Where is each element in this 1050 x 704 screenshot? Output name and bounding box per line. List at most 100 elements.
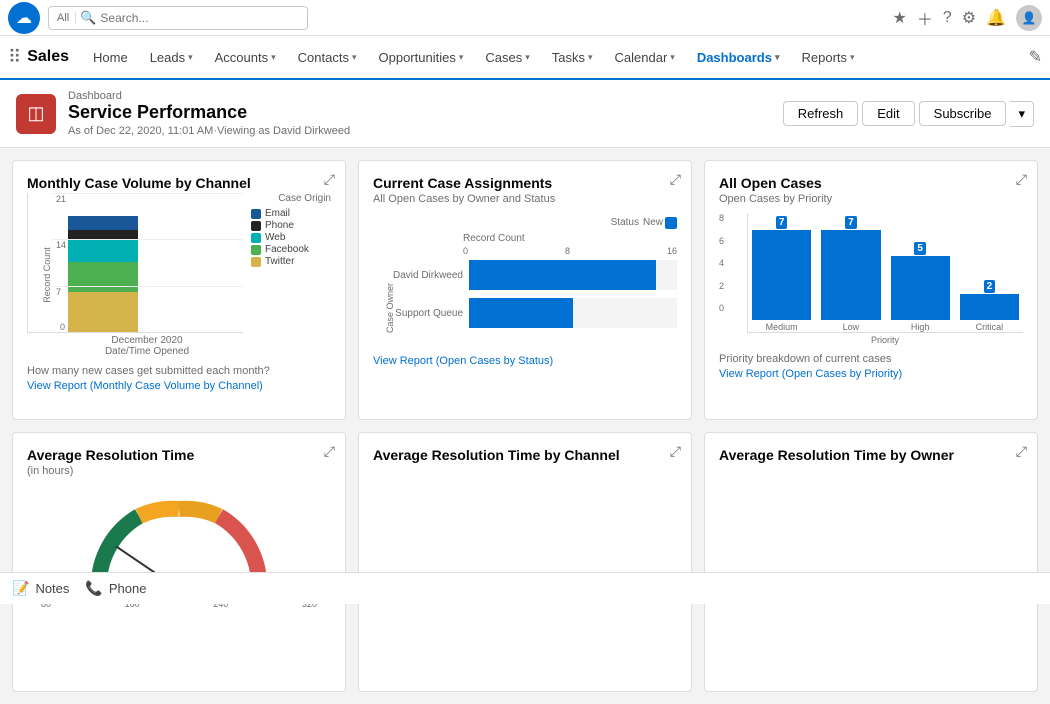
edit-button[interactable]: Edit bbox=[862, 101, 914, 126]
legend-facebook: Facebook bbox=[251, 244, 331, 255]
nav-edit-icon[interactable]: ✎ bbox=[1029, 47, 1042, 67]
y-label-21: 21 bbox=[56, 194, 66, 204]
settings-icon[interactable]: ⚙ bbox=[962, 8, 976, 28]
oc-report-link[interactable]: View Report (Open Cases by Priority) bbox=[719, 368, 902, 380]
bar-critical-group: 2 Critical bbox=[960, 280, 1019, 332]
search-container[interactable]: All 🔍 bbox=[48, 6, 308, 30]
phone-label: Phone bbox=[109, 581, 147, 596]
widget-case-assignments: Current Case Assignments All Open Cases … bbox=[358, 160, 692, 420]
row-david-label: David Dirkweed bbox=[373, 270, 463, 281]
status-legend-row: Status New bbox=[373, 217, 677, 229]
subscribe-button[interactable]: Subscribe bbox=[919, 101, 1007, 126]
monthly-report-link[interactable]: View Report (Monthly Case Volume by Chan… bbox=[27, 380, 263, 392]
row-support-bar bbox=[469, 298, 573, 328]
notes-item[interactable]: 📝 Notes bbox=[12, 580, 69, 597]
dashboard-icon: ◫ bbox=[16, 94, 56, 134]
widget-monthly-case-volume: Monthly Case Volume by Channel ⤢ Record … bbox=[12, 160, 346, 420]
nav-tasks[interactable]: Tasks ▾ bbox=[542, 36, 603, 80]
tasks-chevron-icon: ▾ bbox=[588, 52, 593, 63]
search-type-selector[interactable]: All bbox=[57, 12, 76, 24]
oc-footer-text: Priority breakdown of current cases bbox=[719, 353, 1023, 365]
all-open-cases-subtitle: Open Cases by Priority bbox=[719, 193, 1023, 205]
case-assignments-link[interactable]: View Report (Open Cases by Status) bbox=[373, 355, 553, 367]
dashboards-chevron-icon: ▾ bbox=[775, 52, 780, 63]
row-david-bar-wrap bbox=[469, 260, 677, 290]
nav-opportunities[interactable]: Opportunities ▾ bbox=[369, 36, 474, 80]
salesforce-logo[interactable]: ☁ bbox=[8, 2, 40, 34]
widget-all-open-cases: All Open Cases Open Cases by Priority ⤢ … bbox=[704, 160, 1038, 420]
open-cases-chart: 8 6 4 2 0 7 Medium 7 Low bbox=[719, 213, 1023, 333]
calendar-chevron-icon: ▾ bbox=[670, 52, 675, 63]
dashboard-title: Service Performance bbox=[68, 102, 350, 123]
bar-phone bbox=[68, 230, 138, 240]
bar-email bbox=[68, 216, 138, 230]
legend-email-dot bbox=[251, 209, 261, 219]
legend-facebook-label: Facebook bbox=[265, 244, 309, 255]
favorites-icon[interactable]: ★ bbox=[892, 8, 906, 28]
dashboard-title-block: Dashboard Service Performance As of Dec … bbox=[68, 90, 350, 137]
dashboard-header: ◫ Dashboard Service Performance As of De… bbox=[0, 80, 1050, 148]
nav-calendar-label: Calendar bbox=[615, 50, 668, 65]
y-axis-case-owner: Case Owner bbox=[385, 283, 395, 333]
add-icon[interactable]: ＋ bbox=[917, 6, 933, 30]
row-support-bar-wrap bbox=[469, 298, 677, 328]
dashboard-meta: As of Dec 22, 2020, 11:01 AM·Viewing as … bbox=[68, 125, 350, 137]
phone-icon: 📞 bbox=[85, 580, 102, 597]
nav-leads[interactable]: Leads ▾ bbox=[140, 36, 203, 80]
all-open-cases-title: All Open Cases bbox=[719, 175, 1023, 191]
notes-icon: 📝 bbox=[12, 580, 29, 597]
oc-y-0: 0 bbox=[719, 303, 724, 313]
bar-medium bbox=[752, 230, 811, 320]
legend-phone: Phone bbox=[251, 220, 331, 231]
y-label-14: 14 bbox=[56, 240, 66, 250]
reports-chevron-icon: ▾ bbox=[850, 52, 855, 63]
help-icon[interactable]: ? bbox=[943, 9, 952, 27]
bar-medium-val: 7 bbox=[776, 216, 788, 229]
monthly-legend: Case Origin Email Phone Web Facebook bbox=[251, 193, 331, 357]
cases-chevron-icon: ▾ bbox=[525, 52, 530, 63]
search-input[interactable] bbox=[100, 11, 299, 25]
monthly-chart-container: Record Count 21 14 7 0 bbox=[27, 193, 243, 357]
assignments-row-support: Support Queue bbox=[373, 298, 677, 328]
assignments-row-david: David Dirkweed bbox=[373, 260, 677, 290]
nav-contacts[interactable]: Contacts ▾ bbox=[288, 36, 367, 80]
nav-home[interactable]: Home bbox=[83, 36, 138, 80]
legend-phone-label: Phone bbox=[265, 220, 294, 231]
notifications-icon[interactable]: 🔔 bbox=[986, 8, 1006, 28]
nav-dashboards[interactable]: Dashboards ▾ bbox=[687, 36, 790, 80]
nav-reports[interactable]: Reports ▾ bbox=[791, 36, 864, 80]
avg-res-owner-expand-icon[interactable]: ⤢ bbox=[1016, 443, 1027, 460]
legend-title: Case Origin bbox=[251, 193, 331, 204]
widget-monthly-title: Monthly Case Volume by Channel bbox=[27, 175, 331, 191]
bar-facebook bbox=[68, 262, 138, 292]
nav-cases[interactable]: Cases ▾ bbox=[475, 36, 539, 80]
widget-monthly-expand-icon[interactable]: ⤢ bbox=[324, 171, 335, 188]
legend-twitter-dot bbox=[251, 257, 261, 267]
case-assignments-title: Current Case Assignments bbox=[373, 175, 677, 191]
nav-opportunities-label: Opportunities bbox=[379, 50, 456, 65]
case-assignments-expand-icon[interactable]: ⤢ bbox=[670, 171, 681, 188]
subscribe-dropdown-button[interactable]: ▾ bbox=[1010, 101, 1034, 127]
oc-y-4: 4 bbox=[719, 258, 724, 268]
x-axis-title: Date/Time Opened bbox=[27, 346, 243, 357]
app-grid-icon[interactable]: ⠿ bbox=[8, 47, 21, 68]
user-avatar[interactable]: 👤 bbox=[1016, 5, 1042, 31]
all-open-cases-expand-icon[interactable]: ⤢ bbox=[1016, 171, 1027, 188]
legend-web-label: Web bbox=[265, 232, 285, 243]
phone-item[interactable]: 📞 Phone bbox=[85, 580, 146, 597]
nav-accounts[interactable]: Accounts ▾ bbox=[205, 36, 286, 80]
avg-res-owner-title: Average Resolution Time by Owner bbox=[719, 447, 1023, 463]
avg-res-expand-icon[interactable]: ⤢ bbox=[324, 443, 335, 460]
refresh-button[interactable]: Refresh bbox=[783, 101, 859, 126]
nav-dashboards-label: Dashboards bbox=[697, 50, 772, 65]
app-navigation: ⠿ Sales Home Leads ▾ Accounts ▾ Contacts… bbox=[0, 36, 1050, 80]
nav-calendar[interactable]: Calendar ▾ bbox=[605, 36, 685, 80]
nav-accounts-label: Accounts bbox=[215, 50, 268, 65]
bar-critical bbox=[960, 294, 1019, 320]
widget-avg-resolution-time: Average Resolution Time (in hours) ⤢ 80 … bbox=[12, 432, 346, 692]
avg-res-channel-expand-icon[interactable]: ⤢ bbox=[670, 443, 681, 460]
avg-res-channel-title: Average Resolution Time by Channel bbox=[373, 447, 677, 463]
dashboard-content: Monthly Case Volume by Channel ⤢ Record … bbox=[0, 148, 1050, 704]
accounts-chevron-icon: ▾ bbox=[271, 52, 276, 63]
bar-critical-val: 2 bbox=[984, 280, 996, 293]
